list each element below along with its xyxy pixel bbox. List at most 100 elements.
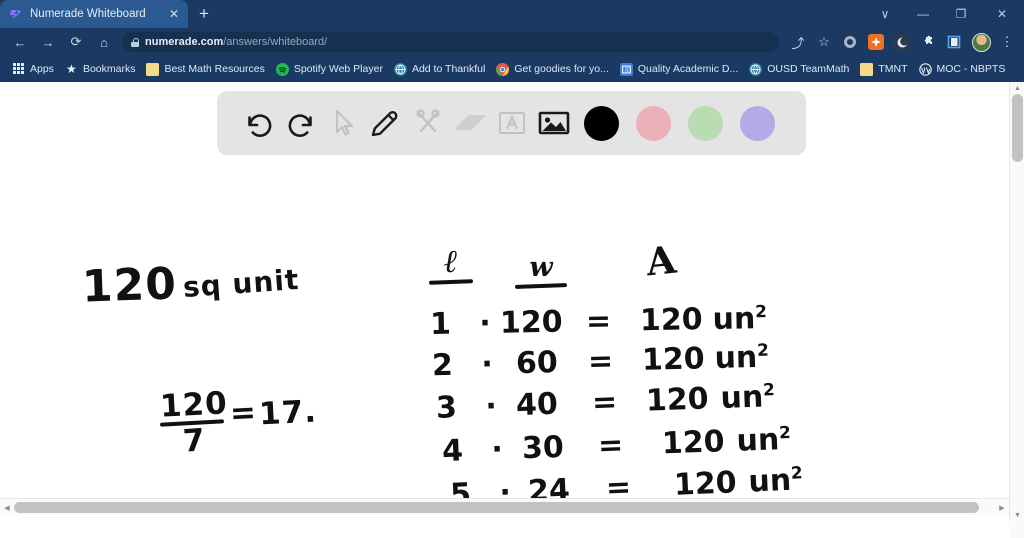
ink-unit: un <box>719 379 764 416</box>
ink-header-length-symbol: ℓ <box>444 242 458 280</box>
vertical-scrollbar-thumb[interactable] <box>1012 94 1023 162</box>
ink-equals: = <box>591 384 618 421</box>
navigation-toolbar: ← → ⟳ ⌂ numerade.com/answers/whiteboard/… <box>0 28 1024 56</box>
image-icon[interactable] <box>534 98 574 148</box>
bookmarks-bar: Apps ★ Bookmarks Best Math Resources Spo… <box>0 56 1024 82</box>
text-icon[interactable] <box>492 98 532 148</box>
close-icon[interactable]: ✕ <box>980 0 1024 28</box>
bookmark-label: TMNT <box>878 63 908 75</box>
ink-fraction-equals: = <box>228 394 258 432</box>
tab-search-icon[interactable]: ∨ <box>866 0 904 28</box>
share-icon[interactable]: ⤴ <box>785 30 811 54</box>
back-icon[interactable]: ← <box>6 30 34 54</box>
page-content: 120 sq unit 120 7 = 17. ℓ w A 1 · 120 = … <box>0 82 1024 538</box>
bookmark-ousd-teammath[interactable]: OUSD TeamMath <box>745 61 856 78</box>
tab-close-icon[interactable]: ✕ <box>166 6 182 22</box>
bookmark-star-icon[interactable]: ☆ <box>811 30 837 54</box>
ink-width-value: 60 <box>515 345 559 382</box>
ink-header-area-symbol: A <box>643 236 678 285</box>
folder-icon <box>146 62 160 76</box>
ink-exponent: 2 <box>756 339 770 360</box>
minimize-icon[interactable]: — <box>904 0 942 28</box>
extension-dark-badge-icon[interactable] <box>842 34 858 50</box>
wordpress-icon <box>918 62 932 76</box>
ink-width-value: 30 <box>521 429 565 467</box>
ink-exponent: 2 <box>762 379 776 400</box>
vertical-scrollbar[interactable]: ▲ ▼ <box>1009 82 1024 538</box>
color-purple-swatch[interactable] <box>740 105 775 141</box>
folder-icon <box>860 62 874 76</box>
chrome-icon <box>496 62 510 76</box>
tab-title: Numerade Whiteboard <box>30 8 146 20</box>
ink-operator: · <box>484 388 498 425</box>
window-controls: ∨ — ❐ ✕ <box>866 0 1024 28</box>
ink-exponent: 2 <box>790 462 803 483</box>
bookmark-label: OUSD TeamMath <box>767 63 850 75</box>
browser-window: Numerade Whiteboard ✕ + ∨ — ❐ ✕ ← → ⟳ ⌂ … <box>0 0 1024 538</box>
horizontal-scrollbar[interactable]: ◀ ▶ <box>0 498 1009 515</box>
bookmark-bookmarks[interactable]: ★ Bookmarks <box>61 61 143 78</box>
reload-icon[interactable]: ⟳ <box>62 30 90 54</box>
cursor-icon[interactable] <box>323 98 363 148</box>
whiteboard-canvas[interactable]: 120 sq unit 120 7 = 17. ℓ w A 1 · 120 = … <box>0 82 1009 515</box>
horizontal-scrollbar-thumb[interactable] <box>14 502 979 513</box>
ink-exponent: 2 <box>778 421 792 443</box>
bookmark-label: Add to Thankful <box>411 63 486 75</box>
bookmark-apps[interactable]: Apps <box>8 61 61 78</box>
ink-fraction-denominator: 7 <box>181 422 206 460</box>
redo-icon[interactable] <box>281 98 321 148</box>
browser-menu-icon[interactable]: ⋮ <box>996 34 1018 50</box>
ink-header-length-rule <box>428 279 474 285</box>
whiteboard-toolbar <box>217 91 806 155</box>
bookmark-label: Apps <box>30 63 54 75</box>
bookmark-tmnt[interactable]: TMNT <box>856 61 914 78</box>
star-icon: ★ <box>66 62 77 76</box>
profile-avatar[interactable] <box>972 32 991 52</box>
apps-grid-icon <box>12 62 25 76</box>
ink-headline-units: sq unit <box>181 262 301 305</box>
color-black-swatch[interactable] <box>584 105 619 141</box>
ink-unit: un <box>747 462 792 500</box>
bookmark-label: MOC - NBPTS <box>936 63 1006 75</box>
extension-puzzle-icon[interactable] <box>920 34 936 50</box>
scroll-left-icon[interactable]: ◀ <box>0 499 14 515</box>
bookmark-moc-nbpts[interactable]: MOC - NBPTS <box>915 61 1013 78</box>
extension-moon-icon[interactable] <box>894 34 910 50</box>
eraser-icon[interactable] <box>450 98 490 148</box>
scroll-up-icon[interactable]: ▲ <box>1010 82 1024 94</box>
extension-blue-square-icon[interactable] <box>946 34 962 50</box>
toolbar-right-actions: ⤴ ☆ ⋮ <box>785 30 1018 54</box>
extension-orange-icon[interactable] <box>868 34 884 50</box>
pencil-icon[interactable] <box>365 98 405 148</box>
new-tab-button[interactable]: + <box>190 0 218 28</box>
bookmark-label: Get goodies for yo... <box>514 63 609 75</box>
scroll-right-icon[interactable]: ▶ <box>995 499 1009 515</box>
bookmark-best-math-resources[interactable]: Best Math Resources <box>142 61 271 78</box>
ink-equation-row: 2 · 60 = 120 un2 <box>432 340 770 384</box>
bookmark-get-goodies[interactable]: Get goodies for yo... <box>492 61 616 78</box>
url-domain: numerade.com <box>145 36 224 48</box>
address-bar[interactable]: numerade.com/answers/whiteboard/ <box>122 32 779 52</box>
lock-icon <box>131 37 140 47</box>
undo-icon[interactable] <box>239 98 279 148</box>
ink-operator: · <box>490 431 504 468</box>
browser-tab[interactable]: Numerade Whiteboard ✕ <box>0 0 188 28</box>
bookmark-quality-academic[interactable]: Quality Academic D... <box>616 61 745 78</box>
bookmark-add-to-thankful[interactable]: Add to Thankful <box>390 61 492 78</box>
forward-icon[interactable]: → <box>34 30 62 54</box>
maximize-icon[interactable]: ❐ <box>942 0 980 28</box>
color-pink-swatch[interactable] <box>636 105 671 141</box>
ink-unit: un <box>735 422 780 459</box>
ink-width-value: 120 <box>499 304 563 341</box>
scrollbar-corner <box>1009 521 1024 538</box>
bookmark-label: Quality Academic D... <box>637 63 739 75</box>
ink-area-value: 120 <box>639 302 703 339</box>
bookmark-spotify[interactable]: Spotify Web Player <box>272 61 390 78</box>
ink-length-value: 3 <box>435 390 458 426</box>
scroll-down-icon[interactable]: ▼ <box>1010 509 1024 521</box>
bookmark-label: Best Math Resources <box>164 63 265 75</box>
home-icon[interactable]: ⌂ <box>90 30 118 54</box>
shapes-icon[interactable] <box>408 98 448 148</box>
color-green-swatch[interactable] <box>688 105 723 141</box>
ink-unit: un <box>714 339 758 377</box>
